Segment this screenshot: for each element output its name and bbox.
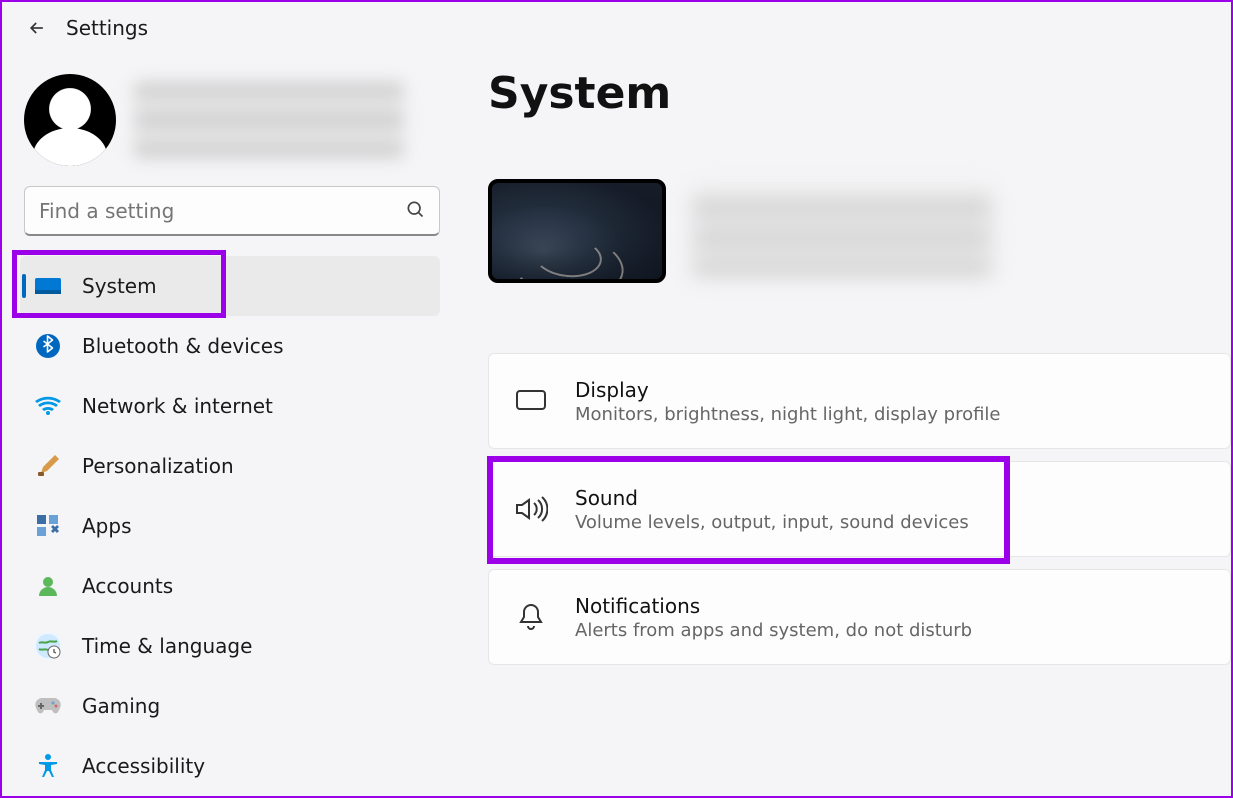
card-notifications[interactable]: Notifications Alerts from apps and syste… <box>488 569 1231 665</box>
settings-cards: Display Monitors, brightness, night ligh… <box>488 353 1231 665</box>
card-subtitle: Alerts from apps and system, do not dist… <box>575 620 972 641</box>
device-name-redacted <box>692 186 992 276</box>
sidebar-item-label: Personalization <box>82 454 234 478</box>
card-title: Notifications <box>575 594 972 618</box>
sidebar-item-gaming[interactable]: Gaming <box>20 676 440 736</box>
search-icon <box>405 199 425 223</box>
sidebar-item-label: Bluetooth & devices <box>82 334 284 358</box>
profile-block[interactable] <box>20 68 444 186</box>
titlebar: Settings <box>2 2 1231 50</box>
back-button[interactable] <box>26 17 48 39</box>
accessibility-icon <box>34 752 62 780</box>
sidebar-item-label: Gaming <box>82 694 160 718</box>
sidebar-item-bluetooth[interactable]: Bluetooth & devices <box>20 316 440 376</box>
gamepad-icon <box>34 692 62 720</box>
apps-icon <box>34 512 62 540</box>
profile-name-redacted <box>134 82 404 158</box>
sidebar-nav: System Bluetooth & devices Network & int… <box>20 256 444 796</box>
sidebar-item-label: Accessibility <box>82 754 205 778</box>
system-icon <box>34 272 62 300</box>
wifi-icon <box>34 392 62 420</box>
globe-clock-icon <box>34 632 62 660</box>
sidebar-item-personalization[interactable]: Personalization <box>20 436 440 496</box>
sidebar-item-label: Accounts <box>82 574 173 598</box>
sidebar-item-accounts[interactable]: Accounts <box>20 556 440 616</box>
speaker-icon <box>513 491 549 527</box>
card-title: Display <box>575 378 1001 402</box>
card-sound[interactable]: Sound Volume levels, output, input, soun… <box>488 461 1231 557</box>
sidebar-item-network[interactable]: Network & internet <box>20 376 440 436</box>
avatar <box>24 74 116 166</box>
sidebar-item-time-language[interactable]: Time & language <box>20 616 440 676</box>
device-thumbnail <box>488 179 666 283</box>
search-box[interactable] <box>24 186 440 236</box>
sidebar-item-label: Network & internet <box>82 394 273 418</box>
sidebar-item-label: Apps <box>82 514 132 538</box>
paintbrush-icon <box>34 452 62 480</box>
page-title: System <box>488 68 1231 119</box>
monitor-icon <box>513 383 549 419</box>
person-icon <box>34 572 62 600</box>
app-title: Settings <box>66 16 148 40</box>
sidebar-item-label: Time & language <box>82 634 252 658</box>
search-input[interactable] <box>39 199 405 223</box>
bluetooth-icon <box>34 332 62 360</box>
sidebar-item-system[interactable]: System <box>20 256 440 316</box>
sidebar-item-accessibility[interactable]: Accessibility <box>20 736 440 796</box>
card-title: Sound <box>575 486 969 510</box>
sidebar-item-apps[interactable]: Apps <box>20 496 440 556</box>
card-subtitle: Monitors, brightness, night light, displ… <box>575 404 1001 425</box>
sidebar-item-label: System <box>82 274 157 298</box>
bell-icon <box>513 599 549 635</box>
card-display[interactable]: Display Monitors, brightness, night ligh… <box>488 353 1231 449</box>
arrow-left-icon <box>27 18 47 38</box>
device-summary[interactable] <box>488 179 1231 283</box>
sidebar: System Bluetooth & devices Network & int… <box>2 50 444 794</box>
main-content: System Display Monitors, brightness, nig… <box>444 50 1231 794</box>
card-subtitle: Volume levels, output, input, sound devi… <box>575 512 969 533</box>
